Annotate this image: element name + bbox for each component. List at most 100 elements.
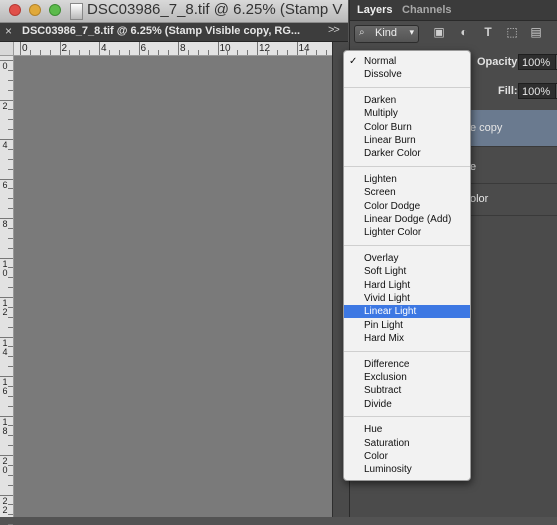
opacity-field[interactable]: 100% [518,54,556,70]
blend-mode-item[interactable]: Color [344,450,470,463]
ruler-tick [8,168,13,170]
fill-field[interactable]: 100% [518,83,556,99]
blend-mode-item[interactable]: Hard Mix [344,332,470,345]
ruler-tick [0,60,13,61]
type-layer-filter-icon[interactable]: T [481,25,495,39]
smart-object-filter-icon[interactable]: ▤ [529,25,543,39]
ruler-tick [8,208,13,210]
ruler-tick [237,50,239,55]
ruler-tick [8,504,13,506]
blend-mode-item[interactable]: Hard Light [344,279,470,292]
ruler-tick [227,50,229,55]
ruler-tick [108,50,110,55]
blend-mode-item[interactable]: Linear Burn [344,134,470,147]
blend-mode-item[interactable]: Screen [344,186,470,199]
blend-mode-item[interactable]: Color Burn [344,121,470,134]
ruler-tick [0,218,13,219]
adjustment-layer-filter-icon[interactable]: ◐ [457,25,471,39]
ruler-tick [8,158,13,160]
ruler-tick [306,50,308,55]
ruler-tick [89,50,91,55]
ruler-tick [20,42,21,55]
ruler-tick [8,445,13,447]
ruler-tick [316,50,318,55]
blend-mode-label: Lighter Color [364,227,422,239]
tab-channels[interactable]: Channels [402,4,452,16]
blend-mode-item[interactable]: ✓ Normal [344,55,470,68]
blend-mode-item[interactable]: Vivid Light [344,292,470,305]
ruler-label: 16 [2,377,8,396]
document-proxy-icon[interactable] [70,3,83,20]
ruler-tick [178,42,179,55]
blend-mode-item[interactable]: Lighter Color [344,226,470,239]
ruler-tick [8,148,13,150]
ruler-tick [257,42,258,55]
blend-mode-item[interactable]: Multiply [344,107,470,120]
minimize-window-button[interactable] [29,4,41,16]
blend-mode-item[interactable]: Color Dodge [344,200,470,213]
blend-mode-label: Darken [364,94,397,106]
ruler-tick [0,139,13,140]
tab-layers[interactable]: Layers [357,4,392,16]
blend-mode-item[interactable]: Linear Dodge (Add) [344,213,470,226]
ruler-origin-corner[interactable] [0,42,14,55]
ruler-tick [207,50,209,55]
pixel-layer-filter-icon[interactable]: ▣ [432,25,446,39]
shape-layer-filter-icon[interactable]: ⬚ [505,25,519,39]
menu-separator [344,416,470,418]
panel-tab-bar: Layers Channels [350,0,557,21]
blend-mode-label: Soft Light [364,266,407,278]
ruler-tick [8,425,13,427]
tab-close-icon[interactable]: × [5,24,12,38]
ruler-tick [0,257,13,259]
blend-mode-item[interactable]: Difference [344,358,470,371]
ruler-tick [0,99,13,101]
ruler-tick [8,435,13,437]
document-tab[interactable]: DSC03986_7_8.tif @ 6.25% (Stamp Visible … [22,25,300,37]
blend-mode-item[interactable]: Soft Light [344,265,470,278]
blend-mode-item[interactable]: Overlay [344,252,470,265]
blend-mode-label: Difference [364,358,410,370]
blend-mode-label: Normal [364,56,397,67]
ruler-tick [158,50,160,55]
blend-mode-item[interactable]: Luminosity [344,463,470,476]
ruler-tick [8,395,13,397]
blend-mode-item[interactable]: Pin Light [344,319,470,332]
blend-mode-item[interactable]: Saturation [344,437,470,450]
zoom-window-button[interactable] [49,4,61,16]
ruler-tick [8,227,13,229]
ruler-tick [8,79,13,81]
ruler-tick [187,50,189,55]
ruler-tick [138,42,140,55]
blend-mode-label: Luminosity [364,464,412,476]
blend-mode-item[interactable]: Subtract [344,384,470,397]
document-canvas[interactable] [14,56,332,517]
ruler-tick [8,198,13,200]
vertical-ruler[interactable]: 0246810121416182022 [0,56,14,525]
ruler-tick [8,267,13,269]
horizontal-ruler[interactable]: 02468101214161820 [0,42,446,56]
blend-mode-item[interactable]: Darker Color [344,147,470,160]
close-window-button[interactable] [9,4,21,16]
blend-mode-item[interactable]: Hue [344,423,470,436]
ruler-tick [0,376,13,377]
blend-mode-item[interactable]: Dissolve [344,68,470,81]
ruler-tick [49,50,51,55]
ruler-label: 4 [101,43,107,54]
blend-mode-label: Screen [364,187,396,199]
ruler-tick [8,277,13,279]
filter-kind-select[interactable]: ⌕ Kind ▾ [354,25,419,43]
blend-mode-item[interactable]: Linear Light [344,305,470,319]
ruler-tick [168,50,170,55]
blend-mode-label: Subtract [364,385,402,397]
blend-mode-item[interactable]: Lighten [344,173,470,186]
blend-mode-label: Hue [364,424,383,436]
menu-separator [344,244,470,246]
tab-overflow-button[interactable]: >> [328,24,340,36]
blend-mode-item[interactable]: Divide [344,398,470,411]
blend-mode-item[interactable]: Exclusion [344,371,470,384]
ruler-tick [8,484,13,486]
blend-mode-item[interactable]: Darken [344,94,470,107]
ruler-tick [29,50,31,55]
ruler-tick [39,50,41,55]
